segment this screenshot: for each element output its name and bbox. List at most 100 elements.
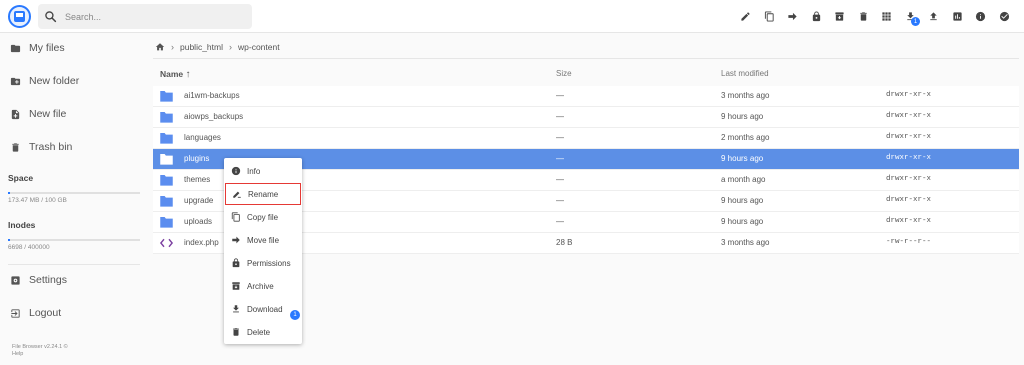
menu-item-move-file[interactable]: Move file — [224, 229, 302, 251]
new-file-icon — [11, 109, 20, 119]
rename-icon — [233, 191, 241, 198]
sidebar-item-logout[interactable]: Logout — [0, 298, 140, 328]
file-size: — — [556, 196, 564, 205]
upload-button[interactable] — [922, 6, 946, 26]
file-modified: a month ago — [721, 175, 766, 184]
menu-item-delete[interactable]: Delete — [224, 321, 302, 343]
search-icon — [45, 11, 57, 23]
menu-item-permissions[interactable]: Permissions — [224, 252, 302, 274]
folder-icon — [160, 112, 173, 123]
info-icon — [976, 11, 986, 21]
folder-icon — [160, 196, 173, 207]
context-download-count-badge: 1 — [290, 310, 300, 320]
size-column-header[interactable]: Size — [556, 69, 572, 78]
file-name: uploads — [184, 217, 213, 226]
file-size: — — [556, 217, 564, 226]
archive-icon — [232, 282, 240, 290]
breadcrumb: › public_html › wp-content — [155, 40, 280, 54]
menu-item-label: Rename — [248, 189, 279, 199]
space-label: Space — [8, 173, 34, 183]
menu-item-archive[interactable]: Archive — [224, 275, 302, 297]
sidebar: My files New folder New file Trash bin S… — [0, 33, 140, 365]
file-modified: 9 hours ago — [721, 217, 764, 226]
menu-item-info[interactable]: Info — [224, 160, 302, 182]
breadcrumb-item[interactable]: public_html — [180, 42, 223, 52]
home-icon[interactable] — [155, 42, 165, 52]
chevron-right-icon: › — [171, 42, 174, 52]
menu-item-copy-file[interactable]: Copy file — [224, 206, 302, 228]
file-name: upgrade — [184, 196, 214, 205]
file-name: languages — [184, 133, 221, 142]
move-icon — [788, 12, 797, 20]
toolbar: 1 — [734, 6, 1016, 26]
file-permissions: -rw-r--r-- — [886, 238, 932, 246]
file-name: themes — [184, 175, 211, 184]
select-button[interactable] — [993, 6, 1017, 26]
copy-button[interactable] — [758, 6, 782, 26]
inodes-progress-bar — [8, 239, 140, 241]
file-name: ai1wm-backups — [184, 91, 240, 100]
sidebar-item-label: New folder — [29, 75, 80, 87]
menu-item-label: Move file — [247, 235, 280, 245]
edit-button[interactable] — [734, 6, 758, 26]
lock-icon — [232, 258, 240, 268]
sidebar-item-my-files[interactable]: My files — [0, 33, 140, 63]
file-size: — — [556, 133, 564, 142]
file-size: — — [556, 91, 564, 100]
archive-button[interactable] — [828, 6, 852, 26]
sidebar-item-settings[interactable]: Settings — [0, 265, 140, 295]
file-modified: 9 hours ago — [721, 112, 764, 121]
table-row[interactable]: languages — 2 months ago drwxr-xr-x — [153, 128, 1019, 149]
upload-icon — [930, 11, 937, 20]
sidebar-item-label: New file — [29, 108, 67, 120]
app-logo[interactable] — [8, 5, 31, 28]
menu-item-rename[interactable]: Rename — [225, 183, 301, 205]
delete-icon — [860, 11, 867, 21]
menu-item-label: Permissions — [247, 258, 291, 268]
file-permissions: drwxr-xr-x — [886, 91, 932, 99]
move-button[interactable] — [781, 6, 805, 26]
folder-icon — [160, 91, 173, 102]
folder-icon — [160, 154, 173, 165]
list-header: Name ↑ Size Last modified — [153, 62, 1019, 86]
help-link[interactable]: Help — [12, 351, 23, 358]
name-header-label: Name — [160, 69, 184, 79]
view-toggle-button[interactable] — [875, 6, 899, 26]
select-check-icon — [999, 11, 1009, 21]
table-row[interactable]: aiowps_backups — 9 hours ago drwxr-xr-x — [153, 107, 1019, 128]
space-progress-bar — [8, 192, 140, 194]
file-modified: 3 months ago — [721, 91, 770, 100]
sidebar-item-new-folder[interactable]: New folder — [0, 66, 140, 96]
modified-column-header[interactable]: Last modified — [721, 69, 769, 78]
folder-icon — [160, 133, 173, 144]
file-size: — — [556, 112, 564, 121]
name-column-header[interactable]: Name ↑ — [160, 69, 191, 80]
sidebar-item-label: Logout — [29, 307, 62, 319]
file-permissions: drwxr-xr-x — [886, 196, 932, 204]
move-icon — [232, 236, 240, 244]
trash-icon — [12, 142, 19, 152]
file-size: 28 B — [556, 238, 573, 247]
search-bar[interactable] — [38, 4, 252, 29]
sidebar-item-trash-bin[interactable]: Trash bin — [0, 132, 140, 162]
edit-icon — [741, 11, 750, 21]
delete-button[interactable] — [852, 6, 876, 26]
copy-icon — [764, 10, 774, 22]
info-button[interactable] — [969, 6, 993, 26]
file-name: index.php — [184, 238, 219, 247]
table-row[interactable]: ai1wm-backups — 3 months ago drwxr-xr-x — [153, 86, 1019, 107]
grid-view-icon — [882, 11, 891, 21]
file-name: aiowps_backups — [184, 112, 244, 121]
folder-icon — [160, 175, 173, 186]
download-button[interactable]: 1 — [899, 6, 923, 26]
menu-item-label: Delete — [247, 327, 271, 337]
search-input[interactable] — [65, 11, 245, 22]
lock-icon — [812, 10, 820, 21]
stats-button[interactable] — [946, 6, 970, 26]
breadcrumb-item[interactable]: wp-content — [238, 42, 280, 52]
sidebar-item-new-file[interactable]: New file — [0, 99, 140, 129]
menu-item-label: Copy file — [247, 212, 279, 222]
permissions-button[interactable] — [805, 6, 829, 26]
file-size: — — [556, 154, 564, 163]
file-name: plugins — [184, 154, 210, 163]
